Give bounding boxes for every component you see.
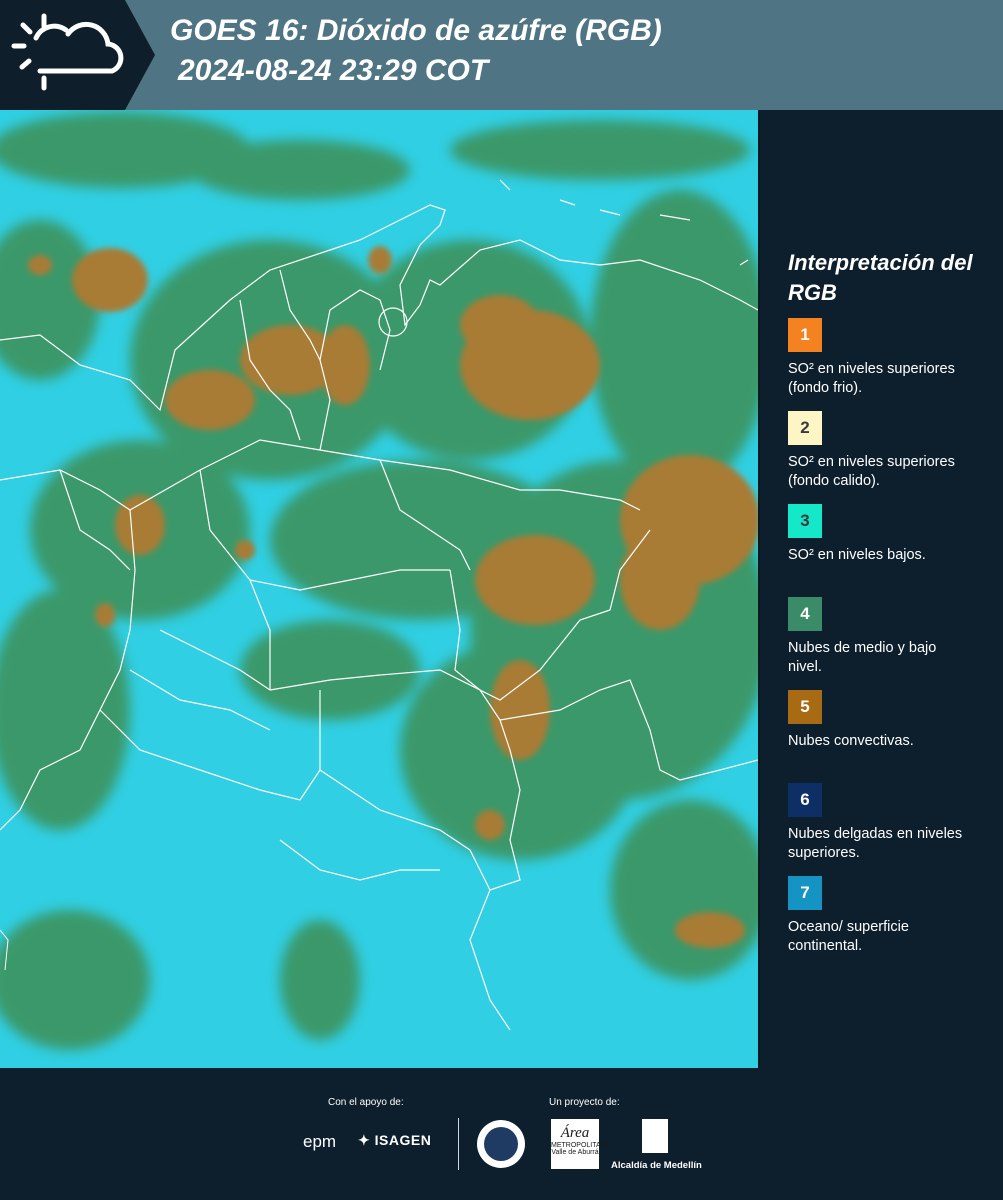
legend-item: 5 Nubes convectivas. [788, 690, 988, 783]
legend-item: 4 Nubes de medio y bajo nivel. [788, 597, 988, 690]
legend-items: 1 SO² en niveles superiores (fondo frio).… [788, 318, 988, 969]
epm-logo: epm [303, 1132, 337, 1151]
support-label: Con el apoyo de: [328, 1097, 404, 1108]
medellin-seal-logo [477, 1120, 525, 1168]
legend-swatch: 5 [788, 690, 822, 724]
legend-item: 6 Nubes delgadas en niveles superiores. [788, 783, 988, 876]
legend-item: 1 SO² en niveles superiores (fondo frio). [788, 318, 988, 411]
alcaldia-logo-text: Alcaldía de Medellín [611, 1160, 702, 1171]
legend-title: Interpretación del RGB [788, 250, 973, 305]
legend-item: 3 SO² en niveles bajos. [788, 504, 988, 597]
legend-swatch: 7 [788, 876, 822, 910]
legend-text: Oceano/ superficie continental. [788, 919, 909, 954]
page-timestamp: 2024-08-24 23:29 COT [178, 54, 489, 87]
isagen-icon: ✦ [358, 1132, 371, 1148]
legend-text: SO² en niveles bajos. [788, 547, 926, 563]
area-logo-sub2: Valle de Aburrá [551, 1149, 599, 1156]
legend-text: Nubes delgadas en niveles superiores. [788, 826, 963, 861]
legend-item: 2 SO² en niveles superiores (fondo calido… [788, 411, 988, 504]
rgb-legend: Interpretación del RGB 1 SO² en niveles s… [788, 248, 988, 969]
legend-text: SO² en niveles superiores (fondo frio). [788, 361, 955, 396]
legend-swatch: 1 [788, 318, 822, 352]
alcaldia-shield-icon [642, 1119, 668, 1153]
isagen-logo: ✦ ISAGEN [358, 1132, 431, 1149]
satellite-image [0, 110, 758, 1068]
footer: Con el apoyo de: Un proyecto de: epm ✦ I… [0, 1068, 1003, 1200]
legend-swatch: 3 [788, 504, 822, 538]
area-metropolitana-logo: Área METROPOLITANA Valle de Aburrá [551, 1119, 611, 1169]
legend-swatch: 6 [788, 783, 822, 817]
project-label: Un proyecto de: [549, 1097, 620, 1108]
logo-text: SIATA [48, 44, 99, 63]
seal-inner [484, 1127, 518, 1161]
footer-separator [458, 1118, 459, 1170]
legend-item: 7 Oceano/ superficie continental. [788, 876, 988, 969]
satellite-map [0, 110, 758, 1068]
legend-text: Nubes de medio y bajo nivel. [788, 640, 937, 675]
map-side-divider [758, 110, 760, 1068]
legend-swatch: 4 [788, 597, 822, 631]
isagen-text: ISAGEN [374, 1132, 432, 1148]
legend-text: Nubes convectivas. [788, 733, 914, 749]
legend-swatch: 2 [788, 411, 822, 445]
legend-text: SO² en niveles superiores (fondo calido)… [788, 454, 955, 489]
header-bar: SIATA GOES 16: Dióxido de azúfre (RGB) 2… [0, 0, 1003, 110]
area-logo-title: Área [560, 1125, 590, 1141]
area-logo-sub: METROPOLITANA [551, 1142, 611, 1149]
siata-logo: SIATA [0, 0, 155, 110]
page-title: GOES 16: Dióxido de azúfre (RGB) [170, 14, 662, 47]
